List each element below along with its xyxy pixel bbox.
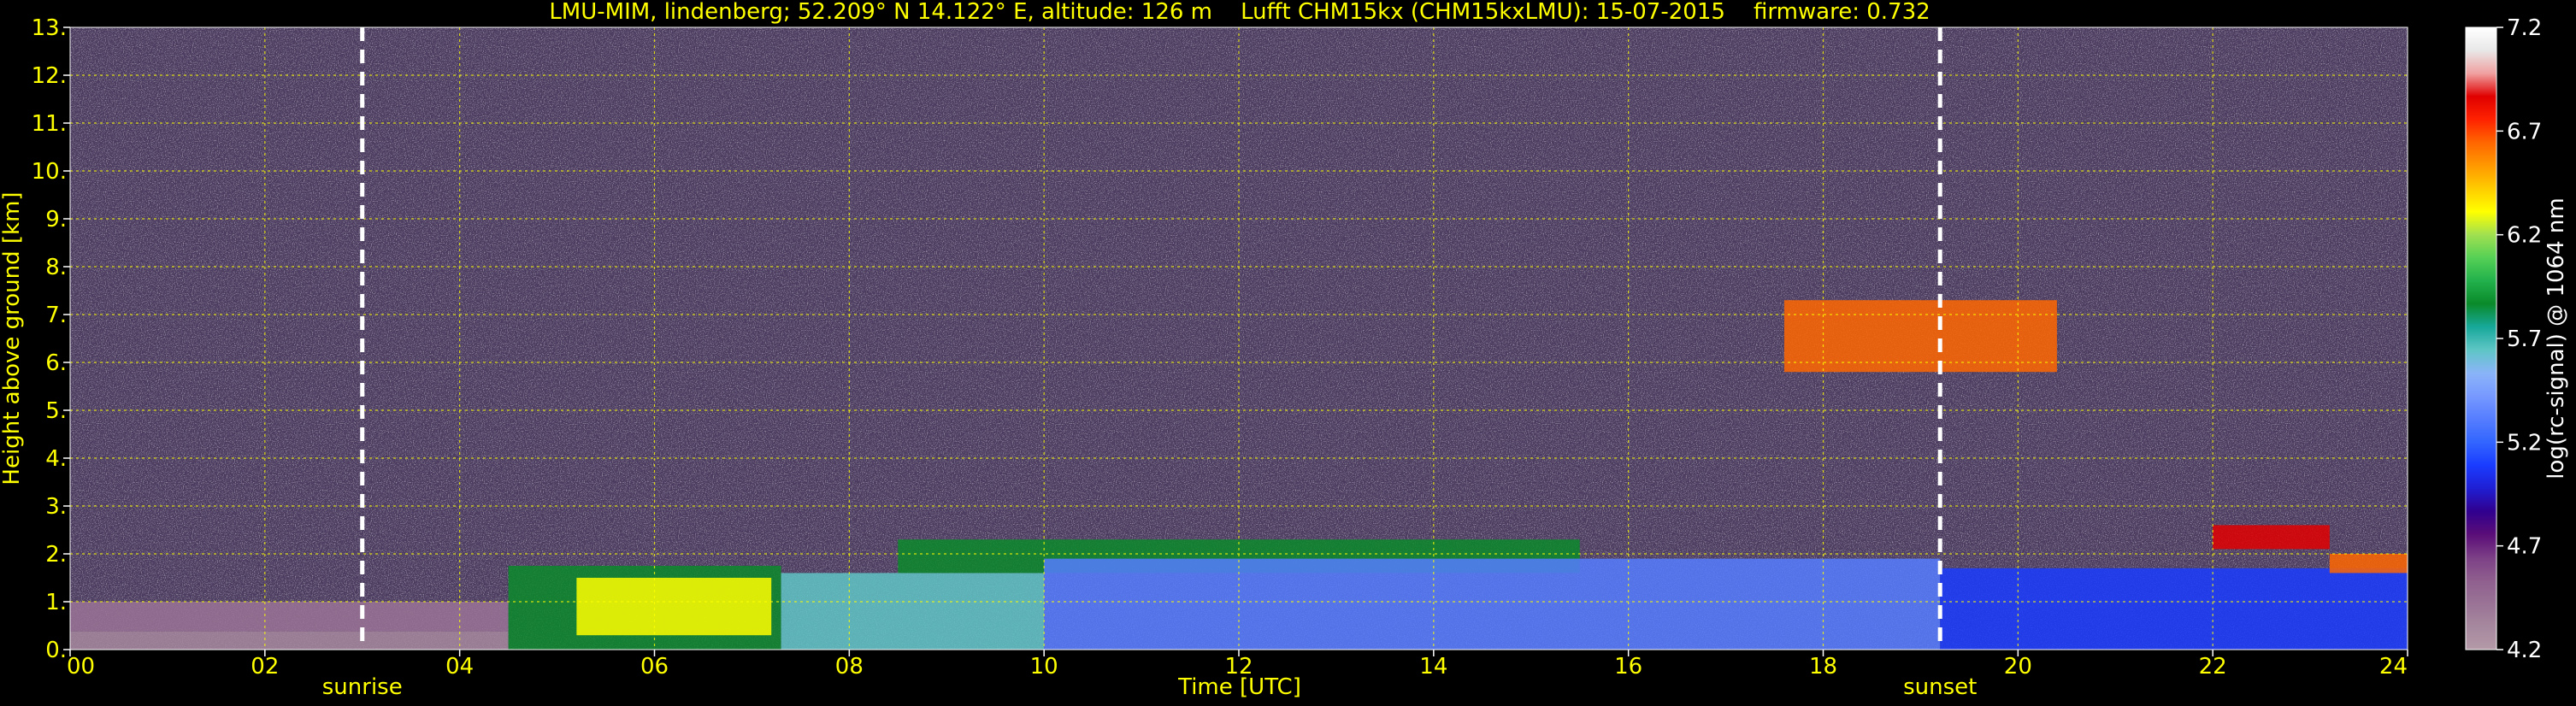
event-label-sunrise: sunrise — [322, 674, 403, 700]
y-tick-label-4: 4. — [45, 446, 67, 472]
chart-title: LMU-MIM, lindenberg; 52.209° N 14.122° E… — [549, 0, 1930, 25]
colorbar-tick-label-5: 6.7 — [2507, 119, 2542, 144]
colorbar-tick-label-3: 5.7 — [2507, 327, 2542, 352]
x-tick-label-9: 18 — [1809, 654, 1837, 680]
colorbar: 4.2 4.7 5.2 5.7 6.2 6.7 7.2 log(rc-signal) @ 1… — [2465, 15, 2569, 663]
x-tick-label-11: 22 — [2199, 654, 2227, 680]
x-tick-label-12: 24 — [2379, 654, 2408, 680]
x-tick-label-8: 16 — [1614, 654, 1642, 680]
y-tick-label-1: 1. — [45, 590, 67, 615]
signal-layer-0 — [70, 631, 509, 650]
y-tick-label-11: 11. — [32, 111, 67, 137]
signal-layer-8 — [1783, 300, 2057, 373]
y-tick-label-2: 2. — [45, 542, 67, 568]
colorbar-tick-label-2: 5.2 — [2507, 430, 2542, 456]
y-tick-label-8: 8. — [45, 255, 67, 280]
y-tick-label-13: 13. — [32, 15, 67, 41]
x-tick-label-7: 14 — [1419, 654, 1447, 680]
colorbar-tick-label-6: 7.2 — [2507, 15, 2542, 41]
colorbar-tick-label-1: 4.7 — [2507, 534, 2542, 560]
x-tick-label-5: 10 — [1030, 654, 1058, 680]
y-axis-label: Height above ground [km] — [0, 191, 25, 485]
x-tick-label-3: 06 — [640, 654, 669, 680]
colorbar-tick-label-4: 6.2 — [2507, 223, 2542, 249]
signal-layer-3 — [576, 578, 772, 636]
colorbar-gradient — [2465, 26, 2497, 650]
x-tick-label-4: 08 — [835, 654, 864, 680]
x-axis-label: Time [UTC] — [1177, 674, 1301, 700]
signal-layer-1 — [70, 602, 509, 632]
colorbar-label: log(rc-signal) @ 1064 nm — [2544, 197, 2569, 479]
event-label-sunset: sunset — [1903, 674, 1977, 700]
x-tick-label-2: 04 — [445, 654, 474, 680]
y-tick-label-7: 7. — [45, 303, 67, 328]
y-tick-label-0: 0. — [45, 638, 67, 663]
signal-layer-10 — [2329, 554, 2408, 574]
y-axis-ticks: 0. 1. 2. 3. 4. 5. 6. 7. 8. 9. 10. 11. 12. 13. — [32, 15, 70, 663]
y-tick-label-12: 12. — [32, 63, 67, 89]
y-tick-label-6: 6. — [45, 350, 67, 376]
plot-area — [69, 26, 2408, 650]
signal-layer-7 — [1940, 568, 2408, 650]
signal-layer-6 — [1044, 558, 1941, 650]
x-tick-label-1: 02 — [251, 654, 279, 680]
colorbar-tick-label-0: 4.2 — [2507, 638, 2542, 663]
y-tick-label-10: 10. — [32, 159, 67, 185]
signal-layer-4 — [781, 573, 1045, 650]
x-tick-label-10: 20 — [2004, 654, 2032, 680]
colorbar-ticks: 4.2 4.7 5.2 5.7 6.2 6.7 7.2 — [2496, 15, 2542, 663]
y-tick-label-9: 9. — [45, 207, 67, 232]
x-tick-label-0: 00 — [67, 654, 95, 680]
y-tick-label-3: 3. — [45, 494, 67, 520]
ceilometer-chart: sunrise sunset00 02 04 06 08 10 12 14 16 18 20 22 24 … — [0, 0, 2569, 700]
signal-layer-9 — [2213, 525, 2330, 550]
y-tick-label-5: 5. — [45, 398, 67, 424]
